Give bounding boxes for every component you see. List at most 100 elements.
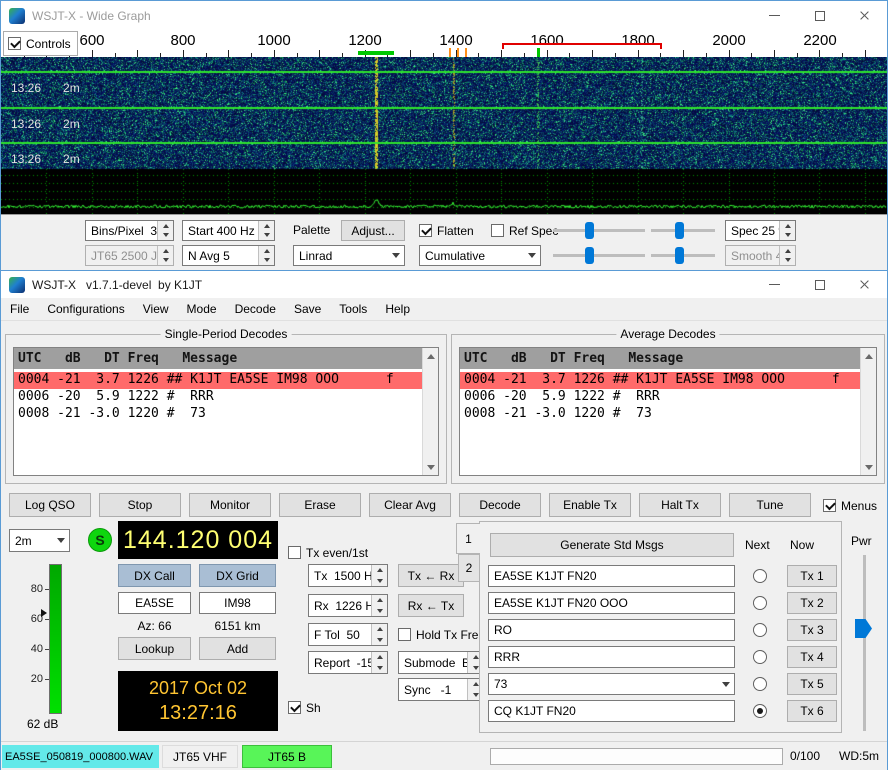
monitor-button[interactable]: Monitor bbox=[189, 493, 271, 517]
enable-tx-button[interactable]: Enable Tx bbox=[549, 493, 631, 517]
rx-from-tx-button[interactable]: Rx ← Tx bbox=[398, 594, 464, 617]
close-button[interactable] bbox=[842, 1, 887, 30]
menu-tools[interactable]: Tools bbox=[330, 298, 376, 320]
report-spin[interactable]: Report -15 bbox=[308, 651, 388, 674]
controls-checkbox[interactable] bbox=[8, 37, 21, 50]
tx-message-4-radio[interactable] bbox=[753, 650, 767, 664]
tx-message-1-field[interactable]: EA5SE K1JT FN20 bbox=[488, 565, 735, 587]
ref-spec-checkbox[interactable]: Ref Spec bbox=[491, 223, 558, 238]
stop-button[interactable]: Stop bbox=[99, 493, 181, 517]
band-select[interactable]: 2m bbox=[9, 529, 70, 552]
decode-row[interactable]: 0008 -21 -3.0 1220 # 73 bbox=[14, 406, 422, 423]
tx-message-6-radio[interactable] bbox=[753, 704, 767, 718]
halt-tx-button[interactable]: Halt Tx bbox=[639, 493, 721, 517]
slider-handle[interactable] bbox=[585, 222, 594, 239]
spin-arrows-icon[interactable] bbox=[371, 565, 387, 586]
start-freq-spin[interactable]: Start 400 Hz bbox=[182, 220, 275, 241]
decode-row[interactable]: 0006 -20 5.9 1222 # RRR bbox=[460, 389, 860, 406]
tx-message-6-field[interactable]: CQ K1JT FN20 bbox=[488, 700, 735, 722]
tx-1-button[interactable]: Tx 1 bbox=[787, 565, 837, 587]
menus-checkbox[interactable]: Menus bbox=[823, 498, 877, 513]
spin-arrows-icon[interactable] bbox=[371, 624, 387, 645]
decode-row[interactable]: 0004 -21 3.7 1226 ## K1JT EA5SE IM98 OOO… bbox=[460, 372, 860, 389]
scroll-up-icon[interactable] bbox=[861, 348, 876, 364]
hold-tx-freq-checkbox-box[interactable] bbox=[398, 628, 411, 641]
spin-arrows-icon[interactable] bbox=[779, 221, 795, 240]
f-tol-spin[interactable]: F Tol 50 bbox=[308, 623, 388, 646]
n-avg-spin[interactable]: N Avg 5 bbox=[182, 245, 275, 266]
tab-2[interactable]: 2 bbox=[458, 554, 480, 582]
spin-arrows-icon[interactable] bbox=[371, 652, 387, 673]
tx-message-4-field[interactable]: RRR bbox=[488, 646, 735, 668]
dx-call-button[interactable]: DX Call bbox=[118, 564, 191, 587]
tx-message-2-radio[interactable] bbox=[753, 596, 767, 610]
controls-toggle-box[interactable]: Controls bbox=[3, 31, 78, 56]
decode-row[interactable]: 0006 -20 5.9 1222 # RRR bbox=[14, 389, 422, 406]
close-button[interactable] bbox=[842, 271, 887, 298]
minimize-button[interactable] bbox=[752, 1, 797, 30]
tx-message-5-radio[interactable] bbox=[753, 677, 767, 691]
menu-save[interactable]: Save bbox=[285, 298, 330, 320]
tx-message-1-radio[interactable] bbox=[753, 569, 767, 583]
pwr-slider-handle[interactable] bbox=[855, 619, 872, 638]
dx-grid-button[interactable]: DX Grid bbox=[199, 564, 276, 587]
spin-arrows-icon[interactable] bbox=[258, 246, 274, 265]
tx-even-checkbox[interactable]: Tx even/1st bbox=[288, 545, 368, 560]
sh-checkbox-box[interactable] bbox=[288, 701, 301, 714]
add-button[interactable]: Add bbox=[199, 637, 276, 660]
sh-checkbox[interactable]: Sh bbox=[288, 700, 321, 715]
scroll-down-icon[interactable] bbox=[423, 459, 438, 475]
scrollbar[interactable] bbox=[422, 348, 438, 475]
hold-tx-freq-checkbox[interactable]: Hold Tx Freq bbox=[398, 627, 485, 642]
average-decodes-list[interactable]: 0004 -21 3.7 1226 ## K1JT EA5SE IM98 OOO… bbox=[460, 369, 860, 475]
flatten-checkbox[interactable]: Flatten bbox=[419, 223, 474, 238]
spin-arrows-icon[interactable] bbox=[371, 595, 387, 616]
menu-decode[interactable]: Decode bbox=[226, 298, 285, 320]
slider-handle[interactable] bbox=[675, 247, 684, 264]
spectrum-gain-slider[interactable] bbox=[553, 245, 645, 266]
tx-3-button[interactable]: Tx 3 bbox=[787, 619, 837, 641]
menu-view[interactable]: View bbox=[134, 298, 178, 320]
spec-percent-spin[interactable]: Spec 25 % bbox=[725, 220, 796, 241]
slider-handle[interactable] bbox=[675, 222, 684, 239]
tx-4-button[interactable]: Tx 4 bbox=[787, 646, 837, 668]
clear-avg-button[interactable]: Clear Avg bbox=[369, 493, 451, 517]
tx-message-3-field[interactable]: RO bbox=[488, 619, 735, 641]
bins-per-pixel-spin[interactable]: Bins/Pixel 3 bbox=[85, 220, 174, 241]
menu-file[interactable]: File bbox=[1, 298, 38, 320]
tx-from-rx-button[interactable]: Tx ← Rx bbox=[398, 564, 464, 587]
scrollbar[interactable] bbox=[860, 348, 876, 475]
flatten-checkbox-box[interactable] bbox=[419, 224, 432, 237]
spin-arrows-icon[interactable] bbox=[157, 221, 173, 240]
pwr-slider[interactable] bbox=[854, 555, 874, 731]
erase-button[interactable]: Erase bbox=[279, 493, 361, 517]
waterfall-gain-slider[interactable] bbox=[553, 220, 645, 241]
spectrum-zero-slider[interactable] bbox=[651, 245, 715, 266]
menus-checkbox-box[interactable] bbox=[823, 499, 836, 512]
spectrum-mode-select[interactable]: Cumulative bbox=[419, 245, 541, 266]
minimize-button[interactable] bbox=[752, 271, 797, 298]
sync-spin[interactable]: Sync -1 bbox=[398, 678, 484, 701]
tx-message-2-field[interactable]: EA5SE K1JT FN20 OOO bbox=[488, 592, 735, 614]
tx-2-button[interactable]: Tx 2 bbox=[787, 592, 837, 614]
frequency-display[interactable]: 144.120 004 bbox=[118, 521, 278, 559]
submode-spin[interactable]: Submode B bbox=[398, 651, 484, 674]
decode-row[interactable]: 0008 -21 -3.0 1220 # 73 bbox=[460, 406, 860, 423]
menu-configurations[interactable]: Configurations bbox=[38, 298, 133, 320]
frequency-scale[interactable]: 600 800 1000 1200 1400 1600 1800 2000 22… bbox=[1, 30, 887, 57]
rx-freq-spin[interactable]: Rx 1226 Hz bbox=[308, 594, 388, 617]
palette-select[interactable]: Linrad bbox=[293, 245, 405, 266]
spin-arrows-icon[interactable] bbox=[258, 221, 274, 240]
tx-message-5-combo[interactable]: 73 bbox=[488, 673, 735, 695]
ref-spec-checkbox-box[interactable] bbox=[491, 224, 504, 237]
waterfall-display[interactable] bbox=[1, 57, 887, 214]
single-decodes-list[interactable]: 0004 -21 3.7 1226 ## K1JT EA5SE IM98 OOO… bbox=[14, 369, 422, 475]
tab-1[interactable]: 1 bbox=[456, 523, 480, 554]
generate-std-msgs-button[interactable]: Generate Std Msgs bbox=[490, 533, 734, 557]
maximize-button[interactable] bbox=[797, 271, 842, 298]
scroll-down-icon[interactable] bbox=[861, 459, 876, 475]
decode-row[interactable]: 0004 -21 3.7 1226 ## K1JT EA5SE IM98 OOO… bbox=[14, 372, 422, 389]
waterfall-zero-slider[interactable] bbox=[651, 220, 715, 241]
tx-freq-spin[interactable]: Tx 1500 Hz bbox=[308, 564, 388, 587]
tune-button[interactable]: Tune bbox=[729, 493, 811, 517]
